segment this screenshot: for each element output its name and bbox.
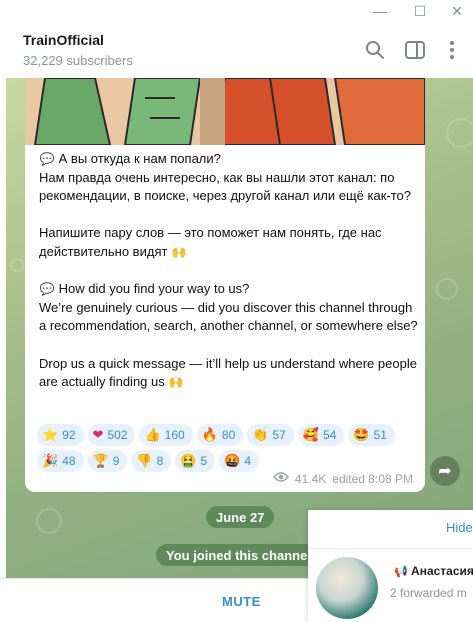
reaction-chip[interactable]: ⭐ 92 (37, 424, 84, 446)
trophy-icon: 🏆 (92, 453, 109, 468)
hide-button[interactable]: Hide (446, 520, 473, 535)
channel-title[interactable]: TrainOfficial (23, 32, 104, 48)
reactions-row: ⭐ 92 ❤ 502 👍 160 🔥 80 👏 57 🥰 54 🤩 51 (37, 424, 417, 446)
party-popper-icon: 🎉 (42, 453, 59, 468)
wallpaper-doodle (10, 258, 24, 272)
joined-notice: You joined this channel (156, 544, 321, 566)
reaction-chip[interactable]: 🤩 51 (348, 424, 395, 446)
star-struck-icon: 🤩 (353, 427, 370, 442)
maximize-button[interactable]: ☐ (400, 0, 440, 22)
more-icon[interactable] (440, 38, 464, 62)
minimize-button[interactable]: — (360, 0, 400, 22)
reaction-chip[interactable]: 🥰 54 (297, 424, 345, 446)
vomiting-face-icon: 🤮 (180, 453, 197, 468)
forwarded-status: 2 forwarded m (390, 586, 467, 600)
reactions-list: ⭐ 92 ❤ 502 👍 160 🔥 80 👏 57 🥰 54 🤩 51 🎉 48 🏆 9 👎 8 … (37, 424, 417, 476)
date-separator: June 27 (206, 506, 275, 528)
reaction-chip[interactable]: 🏆 9 (87, 450, 128, 472)
message-meta: 41.4K edited 8:08 PM (272, 471, 413, 486)
reaction-chip[interactable]: 👍 160 (139, 424, 193, 446)
window-titlebar: — ☐ ✕ (0, 0, 473, 22)
divider (308, 548, 473, 549)
smiling-hearts-icon: 🥰 (302, 427, 319, 442)
ru-body: Нам правда очень интересно, как вы нашли… (39, 169, 411, 204)
en-request: Drop us a quick message — it’ll help us … (39, 355, 417, 390)
close-button[interactable]: ✕ (437, 0, 473, 22)
reaction-count: 92 (62, 428, 76, 442)
reaction-count: 57 (272, 428, 286, 442)
reaction-count: 8 (156, 454, 164, 468)
reaction-chip[interactable]: 🔥 80 (196, 424, 244, 446)
reaction-count: 54 (322, 428, 337, 442)
sender-name[interactable]: 📢 Анастасия (394, 564, 473, 578)
forward-notification-panel: Hide 📢 Анастасия 2 forwarded m (308, 510, 473, 622)
search-icon[interactable] (363, 38, 387, 62)
fire-icon: 🔥 (201, 427, 218, 442)
sender-name-label: Анастасия (411, 564, 473, 578)
thumbs-up-icon: 👍 (144, 427, 161, 442)
en-body: We’re genuinely curious — did you discov… (39, 299, 418, 334)
speech-bubble-icon: 💬 (39, 282, 55, 297)
share-button[interactable]: ➦ (430, 456, 460, 486)
message-text: 💬 А вы откуда к нам попали? Нам правда о… (39, 150, 419, 392)
reaction-count: 502 (107, 428, 128, 442)
ru-question: А вы откуда к нам попали? (58, 151, 221, 166)
en-question: How did you find your way to us? (58, 281, 250, 297)
chat-background: 💬 А вы откуда к нам попали? Нам правда о… (6, 78, 473, 578)
message-image[interactable] (25, 78, 425, 145)
star-icon: ⭐ (42, 427, 59, 442)
wallpaper-doodle (36, 508, 62, 534)
reaction-count: 80 (221, 428, 236, 442)
angry-face-icon: 🤬 (224, 453, 241, 468)
reaction-count: 4 (244, 454, 252, 468)
raised-hands-icon: 🙌 (171, 244, 187, 259)
wallpaper-doodle (436, 278, 458, 300)
message-bubble[interactable]: 💬 А вы откуда к нам попали? Нам правда о… (25, 78, 425, 492)
eye-icon (272, 471, 289, 486)
avatar[interactable] (316, 557, 378, 619)
clapping-hands-icon: 👏 (252, 427, 269, 442)
share-arrow-icon: ➦ (438, 463, 452, 480)
thumbs-down-icon: 👎 (136, 453, 153, 468)
reaction-chip[interactable]: 👏 57 (247, 424, 294, 446)
reaction-count: 160 (164, 428, 185, 442)
reaction-count: 9 (112, 454, 120, 468)
reaction-chip[interactable]: 🎉 48 (37, 450, 84, 472)
reactions-row: 🎉 48 🏆 9 👎 8 🤮 5 🤬 4 (37, 450, 417, 472)
view-count: 41.4K (294, 471, 327, 486)
megaphone-icon: 📢 (394, 566, 408, 578)
mute-button[interactable]: MUTE (222, 594, 261, 609)
edited-time: edited 8:08 PM (332, 471, 413, 486)
reaction-chip[interactable]: 🤮 5 (175, 450, 216, 472)
speech-bubble-icon: 💬 (39, 152, 55, 166)
reaction-chip[interactable]: 🤬 4 (219, 450, 260, 472)
reaction-chip[interactable]: ❤ 502 (87, 424, 136, 446)
sidebar-toggle-icon[interactable] (403, 38, 427, 62)
reaction-count: 48 (62, 454, 76, 468)
heart-icon: ❤ (92, 427, 104, 442)
reaction-count: 5 (200, 454, 208, 468)
wallpaper-doodle (446, 118, 473, 148)
reaction-chip[interactable]: 👎 8 (131, 450, 172, 472)
reaction-count: 51 (373, 428, 387, 442)
subscriber-count: 32,229 subscribers (23, 53, 133, 68)
raised-hands-icon: 🙌 (168, 375, 184, 390)
chat-header[interactable]: TrainOfficial 32,229 subscribers (0, 22, 473, 78)
ru-request: Напишите пару слов — это поможет нам пон… (39, 225, 382, 259)
